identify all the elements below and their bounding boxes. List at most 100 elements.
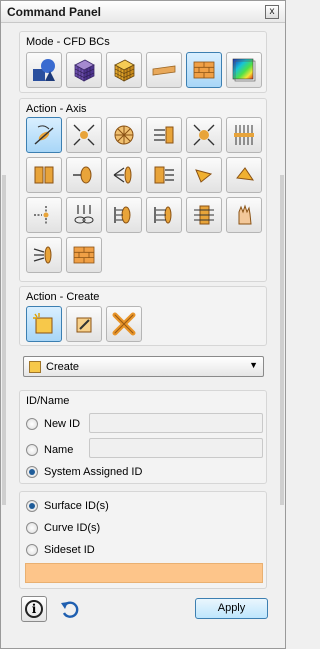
mode-group: Mode - CFD BCs — [19, 31, 267, 93]
mode-buttons — [26, 52, 262, 88]
propeller-icon — [114, 125, 134, 145]
name-radio[interactable] — [26, 444, 38, 456]
new-block-icon — [29, 361, 41, 373]
sideset-id-radio[interactable] — [26, 544, 38, 556]
fan-sink-button[interactable] — [186, 117, 222, 153]
close-button[interactable]: x — [265, 5, 279, 19]
surface-ids-label: Surface ID(s) — [44, 500, 109, 512]
system-id-option[interactable]: System Assigned ID — [26, 464, 142, 480]
fan-button[interactable] — [66, 117, 102, 153]
propeller-button[interactable] — [106, 117, 142, 153]
curve-ids-radio[interactable] — [26, 522, 38, 534]
axis-rotate-button[interactable] — [26, 117, 62, 153]
fan-sink-icon — [193, 124, 215, 146]
surface-ids-option[interactable]: Surface ID(s) — [26, 498, 109, 514]
axis-rotate-icon — [34, 125, 54, 145]
new-id-field[interactable] — [89, 413, 263, 433]
orifice-button[interactable] — [66, 157, 102, 193]
delete-button[interactable] — [106, 306, 142, 342]
mode-surface-button[interactable] — [146, 52, 182, 88]
split-block-icon — [34, 166, 54, 184]
hand-button[interactable] — [226, 197, 262, 233]
idname-title: ID/Name — [26, 395, 70, 407]
disk-arrows-button[interactable] — [26, 237, 62, 273]
operation-dropdown[interactable]: Create ▼ — [23, 356, 264, 377]
purple-mesh-cube-icon — [74, 59, 95, 82]
hand-icon — [238, 204, 252, 225]
action-create-group: Action - Create — [19, 286, 267, 346]
mode-bc-button[interactable] — [186, 52, 222, 88]
apply-button[interactable]: Apply — [195, 598, 268, 619]
action-axis-group: Action - Axis — [19, 98, 267, 282]
yellow-mesh-cube-icon — [114, 59, 135, 82]
mode-solid-button[interactable] — [26, 52, 62, 88]
action-create-buttons — [26, 306, 142, 342]
disk-arrows-icon — [33, 246, 52, 264]
mode-group-title: Mode - CFD BCs — [26, 36, 110, 48]
system-id-radio[interactable] — [26, 466, 38, 478]
mode-results-button[interactable] — [226, 52, 262, 88]
bracket-flow-button[interactable] — [106, 197, 142, 233]
new-block-icon — [33, 313, 53, 334]
curve-ids-label: Curve ID(s) — [44, 522, 101, 534]
edit-pencil-icon — [76, 317, 92, 333]
grille-arrows-button[interactable] — [146, 157, 182, 193]
triangle-flap-button[interactable] — [186, 157, 222, 193]
action-axis-buttons — [26, 117, 262, 273]
flow-spread-button[interactable] — [106, 157, 142, 193]
undo-icon[interactable] — [59, 598, 81, 620]
mode-volume-mesh-button[interactable] — [66, 52, 102, 88]
entity-id-input[interactable] — [25, 563, 263, 583]
info-button[interactable]: i — [21, 596, 47, 622]
brick-icon — [73, 246, 95, 264]
point-flow-icon — [34, 206, 49, 224]
title-bar: Command Panel x — [1, 1, 285, 23]
split-block-button[interactable] — [26, 157, 62, 193]
name-label: Name — [44, 444, 74, 456]
multi-flow-button[interactable] — [66, 197, 102, 233]
action-create-title: Action - Create — [26, 291, 100, 303]
surface-plank-icon — [152, 65, 176, 76]
action-axis-title: Action - Axis — [26, 103, 87, 115]
new-id-option[interactable]: New ID — [26, 416, 80, 432]
triangle-flap-icon — [195, 169, 213, 183]
vent-lines-icon — [234, 125, 254, 145]
triangle-flap-alt-button[interactable] — [226, 157, 262, 193]
create-button[interactable] — [26, 306, 62, 342]
flow-spread-icon — [113, 166, 132, 184]
fan-icon — [73, 124, 95, 146]
command-panel-window: Command Panel x Mode - CFD BCs Action - … — [0, 0, 286, 649]
sideset-id-option[interactable]: Sideset ID — [26, 542, 95, 558]
delete-x-icon — [112, 312, 136, 336]
bracket-flow-icon — [114, 206, 131, 224]
contour-plot-icon — [232, 58, 256, 82]
brick-button[interactable] — [66, 237, 102, 273]
triangle-flap-alt-icon — [236, 167, 255, 181]
surface-ids-radio[interactable] — [26, 500, 38, 512]
modify-button[interactable] — [66, 306, 102, 342]
right-scroll-track — [280, 175, 284, 505]
name-field[interactable] — [89, 438, 263, 458]
brick-wall-icon — [193, 61, 215, 79]
point-flow-button[interactable] — [26, 197, 62, 233]
window-title: Command Panel — [7, 5, 102, 19]
inlet-arrows-button[interactable] — [146, 117, 182, 153]
inlet-arrows-icon — [154, 126, 174, 144]
name-option[interactable]: Name — [26, 442, 73, 458]
left-scroll-track — [2, 175, 6, 505]
info-icon: i — [25, 600, 43, 618]
ellipse-flow-icon — [154, 206, 172, 224]
system-id-label: System Assigned ID — [44, 466, 143, 478]
ellipse-flow-button[interactable] — [146, 197, 182, 233]
new-id-radio[interactable] — [26, 418, 38, 430]
new-id-label: New ID — [44, 418, 81, 430]
multi-flow-icon — [74, 205, 94, 224]
mode-surface-mesh-button[interactable] — [106, 52, 142, 88]
chevron-down-icon: ▼ — [249, 360, 258, 370]
grille-arrows-icon — [154, 166, 174, 184]
stack-flow-button[interactable] — [186, 197, 222, 233]
solid-shapes-icon — [33, 59, 55, 81]
vent-lines-button[interactable] — [226, 117, 262, 153]
curve-ids-option[interactable]: Curve ID(s) — [26, 520, 100, 536]
orifice-icon — [73, 166, 92, 184]
